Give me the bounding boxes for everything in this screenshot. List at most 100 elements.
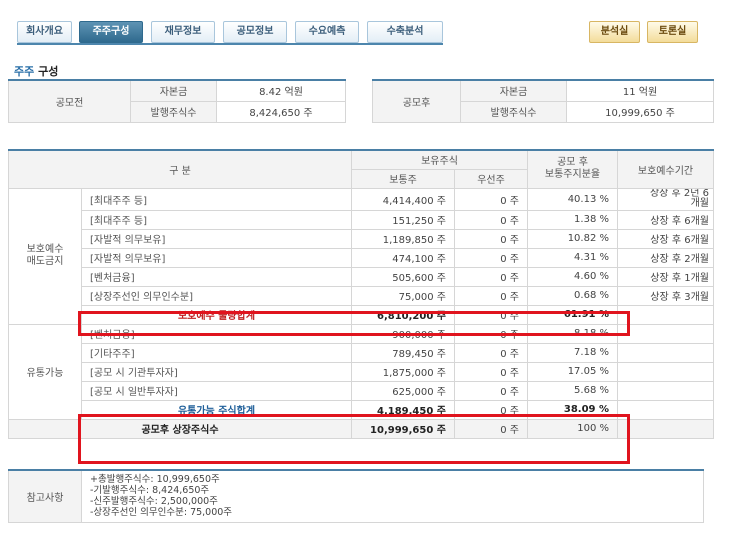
row-name: [최대주주 등] — [81, 209, 352, 230]
tab-discussion-room[interactable]: 토론실 — [647, 21, 698, 43]
row-name: [공모 시 기관투자자] — [81, 361, 352, 382]
row-ratio: 40.13 % — [527, 187, 618, 211]
row-preferred: 0 주 — [454, 247, 528, 268]
row-ratio: 10.82 % — [527, 228, 618, 249]
table-row: [기타주주] 789,450 주 0 주 7.18 % — [9, 342, 714, 363]
grand-total-label: 공모후 상장주식수 — [8, 418, 352, 439]
row-ratio: 17.05 % — [527, 361, 618, 382]
tab-financials[interactable]: 재무정보 — [151, 21, 215, 43]
row-preferred: 0 주 — [454, 187, 528, 211]
row-name: [기타주주] — [81, 342, 352, 363]
row-common: 4,414,400 주 — [351, 187, 455, 211]
row-common: 900,000 주 — [351, 323, 455, 344]
row-name: [최대주주 등] — [81, 187, 352, 211]
tab-analysis[interactable]: 수축분석 — [367, 21, 443, 43]
notes-label: 참고사항 — [8, 469, 82, 523]
grand-total-preferred: 0 주 — [454, 418, 528, 439]
post-capital-label: 자본금 — [460, 79, 567, 102]
table-row: [자발적 의무보유] 1,189,850 주 0 주 10.82 % 상장 후 … — [9, 228, 714, 249]
section-title: 주주 구성 — [14, 63, 58, 79]
row-common: 474,100 주 — [351, 247, 455, 268]
table-row: [벤처금융] 505,600 주 0 주 4.60 % 상장 후 1개월 — [9, 266, 714, 287]
row-preferred: 0 주 — [454, 380, 528, 401]
grand-total-period — [617, 418, 714, 439]
lockup-total-period — [617, 304, 714, 325]
notes-text: +총발행주식수: 10,999,650주 -기발행주식수: 8,424,650주… — [90, 474, 233, 519]
tab-demand-forecast[interactable]: 수요예측 — [295, 21, 359, 43]
lockup-total-ratio: 61.91 % — [527, 304, 618, 325]
grand-total-common: 10,999,650 주 — [351, 418, 455, 439]
group-lockup-label: 보호예수 매도금지 — [8, 187, 82, 325]
row-preferred: 0 주 — [454, 342, 528, 363]
post-shares-value: 10,999,650 주 — [566, 100, 714, 123]
header-category: 구 분 — [8, 149, 352, 189]
row-name: [벤처금융] — [81, 323, 352, 344]
lockup-total-preferred: 0 주 — [454, 304, 528, 325]
row-common: 75,000 주 — [351, 285, 455, 306]
tradable-total-row: 유통가능 주식합계 4,189,450 주 0 주 38.09 % — [9, 399, 714, 420]
row-period: 상장 후 6개월 — [617, 209, 714, 230]
grand-total-row: 공모후 상장주식수 10,999,650 주 0 주 100 % — [8, 418, 714, 439]
pre-capital-value: 8.42 억원 — [216, 79, 346, 102]
tradable-total-period — [617, 399, 714, 420]
row-period: 상장 후 1개월 — [617, 266, 714, 287]
group-tradable-label: 유통가능 — [8, 323, 82, 420]
row-period — [617, 380, 714, 401]
row-common: 505,600 주 — [351, 266, 455, 287]
row-common: 151,250 주 — [351, 209, 455, 230]
tab-bar: 회사개요 주주구성 재무정보 공모정보 수요예측 수축분석 분석실 토론실 — [17, 21, 706, 43]
header-ratio: 공모 후 보통주지분율 — [527, 149, 618, 189]
row-common: 1,189,850 주 — [351, 228, 455, 249]
post-ipo-table: 공모후 자본금 11 억원 발행주식수 10,999,650 주 — [372, 79, 714, 123]
tab-underline — [17, 43, 443, 45]
row-ratio: 4.60 % — [527, 266, 618, 287]
row-preferred: 0 주 — [454, 361, 528, 382]
group-lockup-label-line2: 매도금지 — [26, 256, 64, 267]
tab-offering-info[interactable]: 공모정보 — [223, 21, 287, 43]
header-lockup-period: 보호예수기간 — [617, 149, 714, 189]
row-common: 789,450 주 — [351, 342, 455, 363]
table-row: 유통가능 [벤처금융] 900,000 주 0 주 8.18 % — [8, 323, 714, 420]
row-period — [617, 323, 714, 344]
group-lockup-label-line1: 보호예수 — [26, 244, 64, 255]
row-period: 상장 후 2년 6 개월 — [617, 187, 714, 211]
row-preferred: 0 주 — [454, 228, 528, 249]
row-preferred: 0 주 — [454, 323, 528, 344]
tab-shareholders[interactable]: 주주구성 — [79, 21, 143, 43]
lockup-total-row: 보호예수 물량합계 6,810,200 주 0 주 61.91 % — [9, 304, 714, 325]
post-ipo-label: 공모후 — [372, 79, 461, 123]
tradable-total-label: 유통가능 주식합계 — [81, 399, 352, 420]
table-row: 보호예수 매도금지 [최대주주 등] 4,414,400 주 0 주 40.13… — [8, 187, 714, 325]
tradable-total-common: 4,189,450 주 — [351, 399, 455, 420]
table-row: [공모 시 기관투자자] 1,875,000 주 0 주 17.05 % — [9, 361, 714, 382]
section-title-highlight: 주주 — [14, 65, 35, 78]
row-name: [자발적 의무보유] — [81, 228, 352, 249]
pre-ipo-table: 공모전 자본금 8.42 억원 발행주식수 8,424,650 주 — [8, 79, 346, 123]
row-period: 상장 후 3개월 — [617, 285, 714, 306]
header-ratio-line2: 보통주지분율 — [544, 169, 601, 181]
header-common: 보통주 — [351, 168, 455, 189]
post-shares-label: 발행주식수 — [460, 100, 567, 123]
header-ratio-line1: 공모 후 — [557, 157, 588, 169]
row-name: [상장주선인 의무인수분] — [81, 285, 352, 306]
table-row: [자발적 의무보유] 474,100 주 0 주 4.31 % 상장 후 2개월 — [9, 247, 714, 268]
row-period — [617, 361, 714, 382]
tab-analysis-room[interactable]: 분석실 — [589, 21, 640, 43]
row-preferred: 0 주 — [454, 266, 528, 287]
notes-cell: +총발행주식수: 10,999,650주 -기발행주식수: 8,424,650주… — [81, 469, 704, 523]
row-ratio: 4.31 % — [527, 247, 618, 268]
row-ratio: 8.18 % — [527, 323, 618, 344]
row-period-line2: 개월 — [690, 198, 709, 209]
table-row: [공모 시 일반투자자] 625,000 주 0 주 5.68 % — [9, 380, 714, 401]
tab-company-overview[interactable]: 회사개요 — [17, 21, 72, 43]
tradable-total-ratio: 38.09 % — [527, 399, 618, 420]
shareholder-table: 구 분 보유주식 공모 후 보통주지분율 보호예수기간 보통주 우선주 보호예수… — [8, 149, 714, 439]
row-ratio: 0.68 % — [527, 285, 618, 306]
row-ratio: 1.38 % — [527, 209, 618, 230]
table-row: [상장주선인 의무인수분] 75,000 주 0 주 0.68 % 상장 후 3… — [9, 285, 714, 306]
section-title-rest: 구성 — [34, 65, 59, 78]
row-common: 1,875,000 주 — [351, 361, 455, 382]
header-preferred: 우선주 — [454, 168, 528, 189]
row-common: 625,000 주 — [351, 380, 455, 401]
notes-table: 참고사항 +총발행주식수: 10,999,650주 -기발행주식수: 8,424… — [8, 469, 704, 523]
